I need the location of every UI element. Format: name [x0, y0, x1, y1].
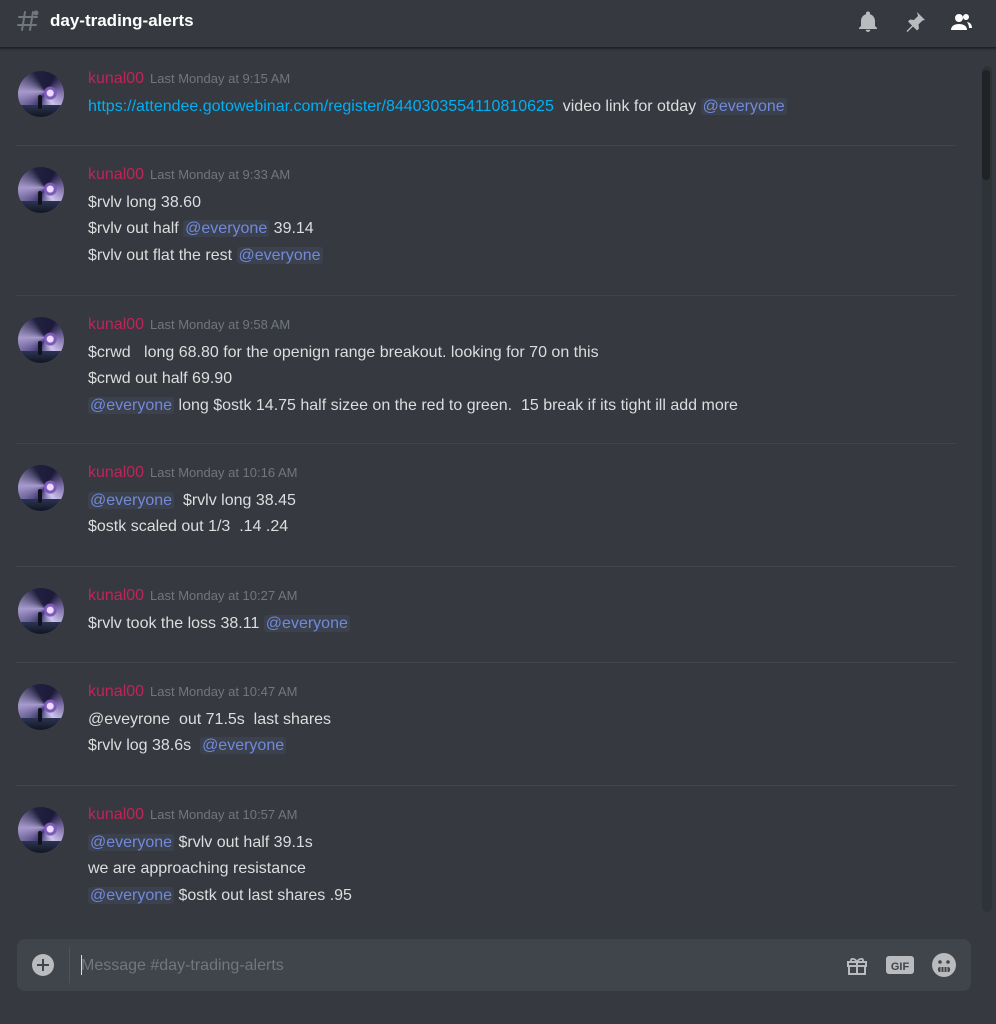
- svg-text:GIF: GIF: [891, 961, 910, 973]
- hashtag-icon: [17, 10, 39, 31]
- message-header: kunal00 Last Monday at 9:33 AM: [88, 166, 290, 188]
- message-link[interactable]: https://attendee.gotowebinar.com/registe…: [88, 98, 554, 115]
- message-timestamp: Last Monday at 9:58 AM: [150, 317, 291, 332]
- channel-name: day-trading-alerts: [50, 11, 194, 30]
- message-list[interactable]: kunal00 Last Monday at 9:15 AM https://att…: [0, 50, 996, 916]
- message-line: @everyone $rvlv out half 39.1s: [88, 832, 313, 854]
- message-text: $rvlv out half: [88, 220, 184, 238]
- avatar[interactable]: [18, 588, 64, 634]
- message-header: kunal00 Last Monday at 9:58 AM: [88, 316, 290, 338]
- author-name[interactable]: kunal00: [88, 316, 144, 333]
- everyone-mention[interactable]: @everyone: [88, 886, 175, 904]
- message-timestamp: Last Monday at 10:27 AM: [150, 588, 298, 603]
- message-text: 39.14: [269, 220, 314, 238]
- everyone-mention[interactable]: @everyone: [88, 396, 175, 414]
- message-header: kunal00 Last Monday at 9:15 AM: [88, 70, 290, 92]
- message-timestamp: Last Monday at 9:15 AM: [150, 71, 291, 86]
- avatar[interactable]: [18, 71, 64, 117]
- message-divider: [16, 145, 956, 146]
- message-line: $crwd out half 69.90: [88, 368, 232, 390]
- avatar[interactable]: [18, 317, 64, 363]
- author-name[interactable]: kunal00: [88, 166, 144, 183]
- message-text: $ostk out last shares .95: [174, 886, 352, 904]
- message-header: kunal00 Last Monday at 10:47 AM: [88, 683, 297, 705]
- author-name[interactable]: kunal00: [88, 70, 144, 87]
- author-name[interactable]: kunal00: [88, 806, 144, 823]
- message-line: $rvlv log 38.6s @everyone: [88, 735, 287, 757]
- everyone-mention[interactable]: @everyone: [183, 220, 270, 238]
- everyone-mention[interactable]: @everyone: [236, 246, 323, 264]
- message-line: $rvlv long 38.60: [88, 192, 201, 214]
- message-text: $rvlv long 38.60: [88, 194, 201, 211]
- message-timestamp: Last Monday at 10:57 AM: [150, 807, 298, 822]
- message-line: https://attendee.gotowebinar.com/registe…: [88, 96, 787, 118]
- message-timestamp: Last Monday at 9:33 AM: [150, 167, 291, 182]
- add-icon[interactable]: [32, 954, 54, 976]
- message-line: @everyone $rvlv long 38.45: [88, 490, 296, 512]
- avatar[interactable]: [18, 807, 64, 853]
- message-divider: [16, 295, 956, 296]
- message-header: kunal00 Last Monday at 10:57 AM: [88, 806, 297, 828]
- everyone-mention[interactable]: @everyone: [88, 834, 175, 851]
- message-line: $rvlv out flat the rest @everyone: [88, 245, 323, 267]
- channel-header: day-trading-alerts: [0, 0, 996, 48]
- everyone-mention[interactable]: @everyone: [200, 737, 287, 755]
- message-text: video link for otday: [553, 98, 701, 115]
- message-text: $rvlv log 38.6s: [88, 737, 201, 755]
- message-text: $rvlv long 38.45: [174, 492, 296, 509]
- message-header: kunal00 Last Monday at 10:16 AM: [88, 464, 297, 486]
- everyone-mention[interactable]: @everyone: [700, 98, 787, 115]
- message-text: $rvlv out half 39.1s: [174, 834, 313, 851]
- message-text: $crwd out half 69.90: [88, 370, 233, 388]
- message-composer: GIF: [17, 939, 971, 991]
- avatar[interactable]: [18, 684, 64, 730]
- pin-icon[interactable]: [903, 10, 927, 34]
- message-line: @everyone long $ostk 14.75 half sizee on…: [88, 395, 738, 417]
- scrollbar-thumb[interactable]: [982, 70, 990, 180]
- message-timestamp: Last Monday at 10:16 AM: [150, 465, 298, 480]
- message-text: $ostk scaled out 1/3 .14 .24: [88, 518, 289, 536]
- message-line: @eveyrone out 71.5s last shares: [88, 709, 331, 731]
- gift-icon[interactable]: [845, 953, 869, 977]
- gif-icon[interactable]: GIF: [885, 953, 915, 977]
- text-caret: [81, 955, 82, 975]
- message-header: kunal00 Last Monday at 10:27 AM: [88, 587, 297, 609]
- message-line: we are approaching resistance: [88, 858, 306, 880]
- scrollbar-track[interactable]: [982, 66, 992, 912]
- message-line: $crwd long 68.80 for the openign range b…: [88, 342, 599, 364]
- message-text: $rvlv took the loss 38.11: [88, 615, 264, 632]
- author-name[interactable]: kunal00: [88, 587, 144, 604]
- message-text: long $ostk 14.75 half sizee on the red t…: [174, 396, 738, 414]
- members-icon[interactable]: [949, 10, 973, 34]
- bell-icon[interactable]: [856, 10, 880, 34]
- message-line: @everyone $ostk out last shares .95: [88, 885, 352, 907]
- message-divider: [16, 785, 956, 786]
- message-input[interactable]: [79, 949, 823, 983]
- message-divider: [16, 443, 956, 444]
- message-text: $crwd long 68.80 for the openign range b…: [88, 344, 599, 361]
- message-timestamp: Last Monday at 10:47 AM: [150, 684, 298, 699]
- everyone-mention[interactable]: @everyone: [263, 615, 350, 632]
- message-text: we are approaching resistance: [88, 860, 306, 878]
- message-text: $rvlv out flat the rest: [88, 246, 237, 264]
- everyone-mention[interactable]: @everyone: [88, 492, 175, 509]
- message-line: $rvlv took the loss 38.11 @everyone: [88, 613, 350, 635]
- message-text: @eveyrone out 71.5s last shares: [88, 711, 332, 728]
- message-line: $rvlv out half @everyone 39.14: [88, 218, 314, 240]
- composer-divider: [69, 947, 70, 983]
- message-divider: [16, 662, 956, 663]
- emoji-icon[interactable]: [931, 952, 957, 978]
- avatar[interactable]: [18, 167, 64, 213]
- author-name[interactable]: kunal00: [88, 683, 144, 700]
- author-name[interactable]: kunal00: [88, 464, 144, 481]
- avatar[interactable]: [18, 465, 64, 511]
- message-line: $ostk scaled out 1/3 .14 .24: [88, 516, 288, 538]
- message-divider: [16, 566, 956, 567]
